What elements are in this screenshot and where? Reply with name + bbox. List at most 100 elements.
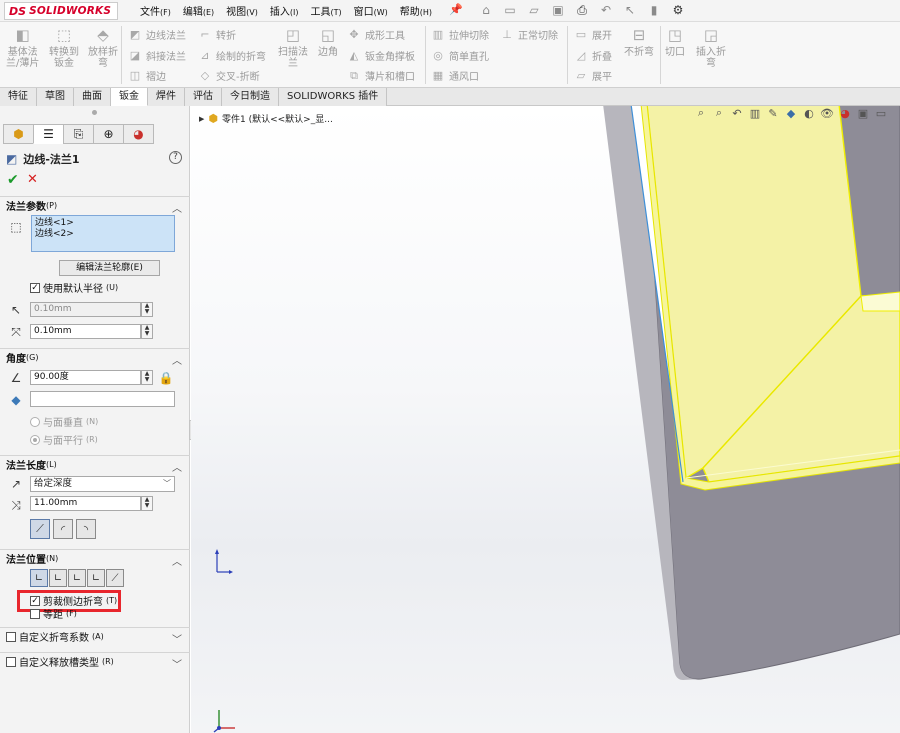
radio-dot[interactable] bbox=[30, 416, 40, 427]
corners-button[interactable]: ◱ 边角 bbox=[318, 25, 338, 58]
hem-button[interactable]: ◫ 褶边 bbox=[128, 68, 166, 83]
checkbox-box[interactable]: ✓ bbox=[30, 282, 40, 293]
gusset-button[interactable]: ◭ 钣金角撑板 bbox=[347, 48, 415, 63]
custom-bend-allowance-header[interactable]: 自定义折弯系数 (A) ﹀ bbox=[0, 627, 190, 646]
tab-surfaces[interactable]: 曲面 bbox=[74, 88, 111, 106]
lock-icon[interactable]: 🔒 bbox=[158, 370, 174, 386]
angle-field[interactable]: 90.00度 bbox=[30, 370, 141, 385]
previous-view-icon[interactable]: ↶ bbox=[730, 106, 744, 120]
zoom-to-fit-icon[interactable]: ⌕ bbox=[694, 106, 708, 120]
no-bends-button[interactable]: ⊟ 不折弯 bbox=[624, 25, 654, 58]
bend-from-virtual-sharp-button[interactable]: ∟ bbox=[87, 569, 105, 587]
expand-arrow-icon[interactable]: ▶ bbox=[199, 115, 204, 123]
dynamic-annotation-icon[interactable]: ✎ bbox=[766, 106, 780, 120]
flange-length-field[interactable]: 11.00mm bbox=[30, 496, 141, 511]
inner-virtual-sharp-button[interactable]: ◜ bbox=[53, 519, 73, 539]
list-item[interactable]: 边线<2> bbox=[35, 229, 171, 240]
zoom-to-area-icon[interactable]: ⌕ bbox=[712, 106, 726, 120]
bend-radius-field[interactable]: 0.10mm bbox=[30, 302, 141, 317]
display-manager-tab[interactable]: ◕ bbox=[123, 124, 154, 144]
unfold-button[interactable]: ▭ 展开 bbox=[574, 27, 612, 42]
convert-to-sheet-button[interactable]: ⬚ 转换到 钣金 bbox=[49, 25, 79, 69]
lofted-bend-button[interactable]: ⬘ 放样折 弯 bbox=[88, 25, 118, 69]
radio-dot[interactable] bbox=[30, 434, 40, 445]
gap-distance-spinner[interactable]: ▲ ▼ bbox=[141, 324, 153, 339]
feature-manager-tab[interactable]: ⬢ bbox=[3, 124, 34, 144]
angle-spinner[interactable]: ▲ ▼ bbox=[141, 370, 153, 385]
fold-button[interactable]: ◿ 折叠 bbox=[574, 48, 612, 63]
solidworks-logo[interactable]: DS SOLIDWORKS bbox=[4, 2, 118, 20]
gap-distance-field[interactable]: 0.10mm bbox=[30, 324, 141, 339]
normal-cut-button[interactable]: ⊥ 正常切除 bbox=[500, 27, 558, 42]
tab-evaluate[interactable]: 评估 bbox=[185, 88, 222, 106]
edge-flange-button[interactable]: ◩ 边线法兰 bbox=[128, 27, 186, 42]
reverse-direction-icon[interactable]: ↗ bbox=[8, 476, 24, 492]
sheet-metal-model[interactable] bbox=[191, 106, 900, 733]
undo-icon[interactable]: ↶ bbox=[598, 2, 614, 18]
perpendicular-radio[interactable]: 与面垂直 (N) bbox=[30, 414, 98, 429]
dimxpert-tab[interactable]: ⊕ bbox=[93, 124, 124, 144]
menu-insert[interactable]: 插入(I) bbox=[270, 3, 299, 18]
scene-icon[interactable]: ▣ bbox=[856, 106, 870, 120]
bend-radius-spinner[interactable]: ▲ ▼ bbox=[141, 302, 153, 317]
section-view-icon[interactable]: ▥ bbox=[748, 106, 762, 120]
help-icon[interactable]: ? bbox=[169, 151, 182, 164]
list-item[interactable]: 边线<1> bbox=[35, 218, 171, 229]
chevron-up-icon[interactable]: ︿ bbox=[172, 459, 182, 474]
graphics-area[interactable]: ▶ ⬢ 零件1 (默认<<默认>_显... ⌕ ⌕ ↶ ▥ ✎ ◆ ◐ 👁 ◕ … bbox=[191, 106, 900, 733]
flange-params-header[interactable]: 法兰参数 (P) ︿ bbox=[0, 196, 190, 215]
chevron-down-icon[interactable]: ﹀ bbox=[172, 656, 182, 671]
angle-header[interactable]: 角度 (G) ︿ bbox=[0, 348, 190, 367]
tab-sketch[interactable]: 草图 bbox=[37, 88, 74, 106]
menu-file[interactable]: 文件(F) bbox=[140, 3, 171, 18]
flange-position-header[interactable]: 法兰位置 (N) ︿ bbox=[0, 549, 190, 568]
edge-selection-list[interactable]: 边线<1> 边线<2> bbox=[31, 215, 175, 252]
view-orientation-icon[interactable]: ◆ bbox=[784, 106, 798, 120]
vent-button[interactable]: ▦ 通风口 bbox=[431, 68, 479, 83]
cross-break-button[interactable]: ◇ 交叉-折断 bbox=[198, 68, 260, 83]
rebuild-icon[interactable]: ▮ bbox=[646, 2, 662, 18]
ok-button[interactable]: ✔ bbox=[7, 172, 19, 188]
tab-features[interactable]: 特征 bbox=[0, 88, 37, 106]
bend-outside-button[interactable]: ∟ bbox=[68, 569, 86, 587]
tab-and-slot-button[interactable]: ⧉ 薄片和槽口 bbox=[347, 68, 415, 84]
custom-relief-type-header[interactable]: 自定义释放槽类型 (R) ﹀ bbox=[0, 652, 190, 671]
pin-icon[interactable]: 📌 bbox=[449, 3, 463, 16]
insert-bends-button[interactable]: ◲ 插入折 弯 bbox=[696, 25, 726, 69]
chevron-up-icon[interactable]: ︿ bbox=[172, 200, 182, 215]
tab-manufacturing[interactable]: 今日制造 bbox=[222, 88, 279, 106]
select-icon[interactable]: ↖ bbox=[622, 2, 638, 18]
flange-length-header[interactable]: 法兰长度 (L) ︿ bbox=[0, 455, 190, 474]
forming-tool-button[interactable]: ✥ 成形工具 bbox=[347, 27, 405, 42]
tangent-to-bend-button[interactable]: ⟋ bbox=[106, 569, 124, 587]
appearance-icon[interactable]: ◕ bbox=[838, 106, 852, 120]
hide-show-icon[interactable]: 👁 bbox=[820, 106, 834, 120]
parallel-radio[interactable]: 与面平行 (R) bbox=[30, 432, 98, 447]
use-default-radius-checkbox[interactable]: ✓ 使用默认半径 (U) bbox=[30, 280, 118, 295]
home-icon[interactable]: ⌂ bbox=[478, 2, 494, 18]
tab-weldments[interactable]: 焊件 bbox=[148, 88, 185, 106]
checkbox-box[interactable] bbox=[6, 656, 16, 667]
jog-button[interactable]: ⌐ 转折 bbox=[198, 27, 236, 42]
chevron-up-icon[interactable]: ︿ bbox=[172, 352, 182, 367]
extruded-cut-button[interactable]: ▥ 拉伸切除 bbox=[431, 27, 489, 42]
menu-tools[interactable]: 工具(T) bbox=[310, 3, 341, 18]
chevron-up-icon[interactable]: ︿ bbox=[172, 553, 182, 568]
checkbox-box[interactable] bbox=[6, 631, 16, 642]
menu-help[interactable]: 帮助(H) bbox=[400, 3, 432, 18]
outer-virtual-sharp-button[interactable]: ⟋ bbox=[30, 519, 50, 539]
custom-bend-allowance-checkbox[interactable]: 自定义折弯系数 (A) bbox=[6, 629, 104, 644]
swept-flange-button[interactable]: ◰ 扫描法 兰 bbox=[278, 25, 308, 69]
flange-length-spinner[interactable]: ▲ ▼ bbox=[141, 496, 153, 511]
property-manager-tab[interactable]: ☰ bbox=[33, 124, 64, 144]
configuration-manager-tab[interactable]: ⎘ bbox=[63, 124, 94, 144]
flatten-button[interactable]: ▱ 展平 bbox=[574, 68, 612, 83]
cancel-button[interactable]: ✕ bbox=[27, 172, 38, 187]
material-outside-button[interactable]: ∟ bbox=[49, 569, 67, 587]
angle-face-field[interactable] bbox=[30, 391, 175, 407]
end-condition-select[interactable]: 给定深度 ﹀ bbox=[30, 476, 175, 492]
menu-view[interactable]: 视图(V) bbox=[226, 3, 258, 18]
display-style-icon[interactable]: ◐ bbox=[802, 106, 816, 120]
sketched-bend-button[interactable]: ⊿ 绘制的折弯 bbox=[198, 48, 266, 63]
print-icon[interactable]: ⎙ bbox=[574, 2, 590, 18]
